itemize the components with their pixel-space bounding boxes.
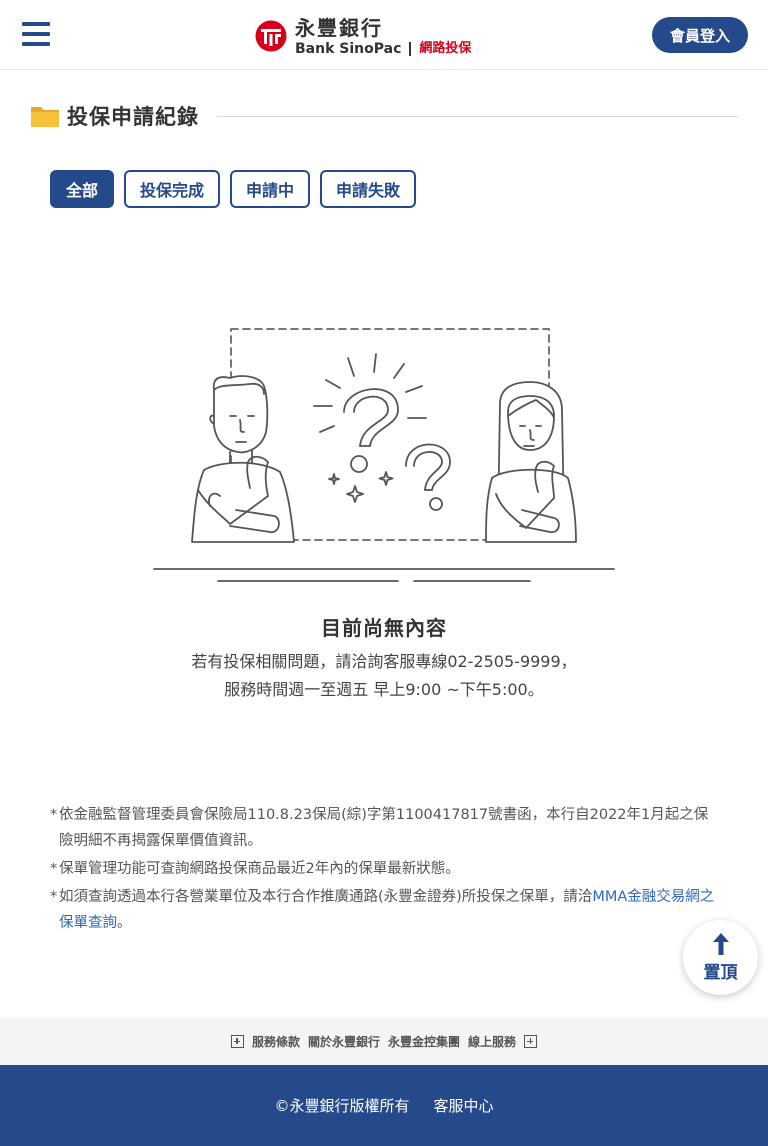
folder-icon <box>31 107 59 127</box>
tab-failed[interactable]: 申請失敗 <box>320 170 417 208</box>
back-to-top-label: 置頂 <box>703 963 738 983</box>
logo-divider <box>409 41 412 56</box>
note-item: * 如須查詢透過本行各營業單位及本行合作推廣通路(永豐金證券)所投保之保單，請洽… <box>50 889 715 931</box>
back-to-top-button[interactable]: 置頂 <box>683 920 758 995</box>
customer-service-link[interactable]: 客服中心 <box>434 1095 494 1116</box>
bank-logo[interactable]: 永豐銀行 Bank SinoPac 網路投保 <box>255 14 471 58</box>
empty-state-illustration <box>153 328 615 582</box>
sinopac-logo-icon <box>255 20 287 52</box>
footer-links: 服務條款 關於永豐銀行 永豐金控集團 線上服務 <box>0 1018 768 1065</box>
tab-completed[interactable]: 投保完成 <box>124 170 221 208</box>
empty-state-description: 若有投保相關問題，請洽詢客服專線02-2505-9999， 服務時間週一至週五 … <box>0 648 768 704</box>
contact-line: 若有投保相關問題，請洽詢客服專線02-2505-9999， <box>191 652 577 671</box>
footer-link-online-service[interactable]: 線上服務 <box>468 1033 516 1050</box>
note-text: 依金融監督管理委員會保險局110.8.23保局(綜)字第1100417817號書… <box>59 807 709 849</box>
tab-all[interactable]: 全部 <box>50 170 115 208</box>
title-divider <box>217 115 738 117</box>
logo-subtitle: 網路投保 <box>419 40 472 56</box>
note-item: * 保單管理功能可查詢網路投保商品最近2年內的保單最新狀態。 <box>50 861 460 877</box>
note-item: * 依金融監督管理委員會保險局110.8.23保局(綜)字第1100417817… <box>50 807 709 849</box>
member-login-button[interactable]: 會員登入 <box>652 17 748 53</box>
empty-state-title: 目前尚無內容 <box>321 616 447 640</box>
notes-list: * 依金融監督管理委員會保險局110.8.23保局(綜)字第1100417817… <box>50 802 720 938</box>
note-text-end: 。 <box>117 915 132 931</box>
footer-link-about[interactable]: 關於永豐銀行 <box>308 1033 380 1050</box>
site-header: 永豐銀行 Bank SinoPac 網路投保 會員登入 <box>0 0 768 70</box>
menu-icon[interactable] <box>22 22 50 48</box>
footer-bar: ©永豐銀行版權所有 客服中心 <box>0 1065 768 1146</box>
logo-english-name: Bank SinoPac <box>295 40 402 57</box>
filter-tabs: 全部 投保完成 申請中 申請失敗 <box>50 170 417 208</box>
arrow-up-icon <box>712 933 729 955</box>
note-text: 如須查詢透過本行各營業單位及本行合作推廣通路(永豐金證券)所投保之保單，請洽 <box>59 889 593 905</box>
logo-chinese-name: 永豐銀行 <box>295 15 383 40</box>
expand-plus-icon[interactable] <box>230 1035 244 1048</box>
copyright-text: ©永豐銀行版權所有 <box>274 1097 410 1115</box>
tab-processing[interactable]: 申請中 <box>230 170 311 208</box>
note-text: 保單管理功能可查詢網路投保商品最近2年內的保單最新狀態。 <box>59 861 460 877</box>
service-hours-line: 服務時間週一至週五 早上9:00 ~下午5:00。 <box>224 680 544 699</box>
page-title: 投保申請紀錄 <box>67 105 199 129</box>
footer-link-group[interactable]: 永豐金控集團 <box>388 1033 460 1050</box>
section-header: 投保申請紀錄 <box>30 100 738 132</box>
expand-plus-icon[interactable] <box>524 1035 538 1048</box>
footer-link-terms[interactable]: 服務條款 <box>252 1033 300 1050</box>
